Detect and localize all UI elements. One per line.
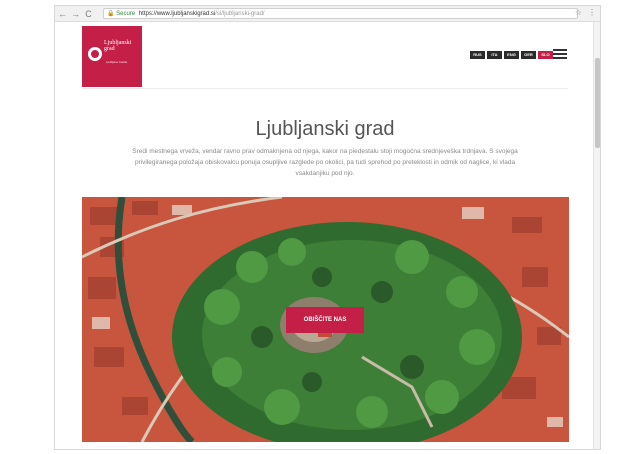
header-divider: [82, 88, 568, 89]
forward-icon[interactable]: →: [70, 8, 81, 20]
lang-slo[interactable]: SLO: [538, 51, 553, 59]
web-page: Ljubljanski grad Ljubljana Castle RUS IT…: [55, 22, 595, 449]
visit-us-button[interactable]: OBIŠČITE NAS: [286, 307, 364, 333]
language-switcher: RUS ITA ENG GER SLO: [470, 51, 553, 59]
logo-ring-icon: [88, 47, 102, 61]
lang-ger[interactable]: GER: [521, 51, 536, 59]
browser-toolbar: ← → C 🔒 Secure https://www.ljubljanskigr…: [55, 6, 600, 22]
lang-ita[interactable]: ITA: [487, 51, 502, 59]
logo-title: Ljubljanski grad: [104, 40, 132, 52]
bookmark-star-icon[interactable]: ☆: [575, 8, 582, 17]
site-logo[interactable]: Ljubljanski grad Ljubljana Castle: [82, 26, 142, 87]
hero-aerial-image: OBIŠČITE NAS: [82, 197, 569, 442]
back-icon[interactable]: ←: [57, 8, 68, 20]
lock-icon: 🔒: [107, 11, 115, 17]
browser-window: ← → C 🔒 Secure https://www.ljubljanskigr…: [54, 5, 601, 450]
lang-rus[interactable]: RUS: [470, 51, 485, 59]
scrollbar-thumb[interactable]: [595, 58, 600, 148]
url-path: /sl/ljubljanski-grad/: [215, 11, 265, 17]
page-title: Ljubljanski grad: [255, 118, 395, 140]
logo-subtitle: Ljubljana Castle: [106, 60, 128, 64]
address-bar[interactable]: 🔒 Secure https://www.ljubljanskigrad.si/…: [103, 8, 578, 19]
url-host: https://www.ljubljanskigrad.si: [138, 11, 216, 17]
secure-label: Secure: [116, 11, 136, 17]
intro-text: Sredi mestnega vrveža, vendar ravno prav…: [132, 148, 518, 177]
page-scrollbar[interactable]: [593, 22, 600, 449]
lang-eng[interactable]: ENG: [504, 51, 519, 59]
hamburger-menu-icon[interactable]: [553, 49, 567, 60]
browser-menu-icon[interactable]: ⋮: [588, 8, 596, 17]
reload-icon[interactable]: C: [83, 8, 94, 20]
